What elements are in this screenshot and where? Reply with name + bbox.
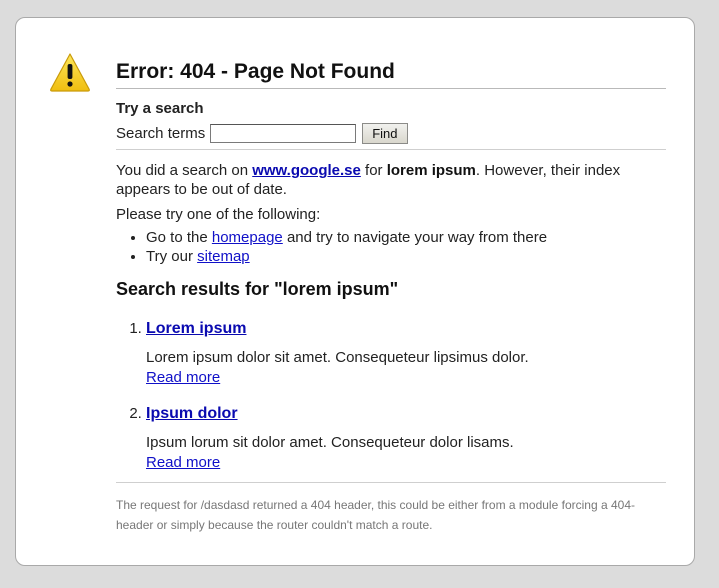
search-query: lorem ipsum	[386, 162, 476, 179]
result-description: Lorem ipsum dolor sit amet. Consequeteur…	[146, 349, 529, 366]
suggestion-list: Go to the homepage and try to navigate y…	[116, 228, 666, 266]
suggestion-suffix: and try to navigate your way from there	[282, 229, 548, 246]
page-title: Error: 404 - Page Not Found	[116, 60, 666, 89]
intro-prefix: You did a search on	[116, 162, 253, 179]
result-title-link[interactable]: Lorem ipsum	[146, 320, 246, 337]
result-title-link[interactable]: Ipsum dolor	[146, 405, 238, 422]
read-more-link[interactable]: Read more	[146, 368, 220, 387]
find-button[interactable]: Find	[362, 123, 408, 144]
read-more-link[interactable]: Read more	[146, 453, 220, 472]
please-try-text: Please try one of the following:	[116, 206, 321, 223]
result-item: Ipsum dolor Ipsum lorum sit dolor amet. …	[146, 404, 666, 472]
sitemap-link[interactable]: sitemap	[197, 248, 250, 265]
warning-icon	[50, 53, 90, 92]
search-terms-label: Search terms	[116, 125, 206, 142]
search-row: Search terms Find	[116, 123, 666, 144]
search-section: Try a search Search terms Find	[116, 89, 666, 150]
suggestion-prefix: Go to the	[146, 229, 212, 246]
intro-mid: for	[360, 162, 387, 179]
error-panel: Error: 404 - Page Not Found Try a search…	[15, 17, 695, 566]
results-list: Lorem ipsum Lorem ipsum dolor sit amet. …	[116, 319, 666, 472]
result-description: Ipsum lorum sit dolor amet. Consequeteur…	[146, 434, 514, 451]
main-content: Error: 404 - Page Not Found Try a search…	[116, 60, 666, 535]
suggestion-item: Go to the homepage and try to navigate y…	[146, 228, 666, 247]
search-heading: Try a search	[116, 100, 204, 117]
footer-note: The request for /dasdasd returned a 404 …	[116, 482, 666, 535]
search-info-text: You did a search on www.google.se for lo…	[116, 161, 666, 199]
result-item: Lorem ipsum Lorem ipsum dolor sit amet. …	[146, 319, 666, 387]
results-heading: Search results for "lorem ipsum"	[116, 279, 399, 299]
search-input[interactable]	[210, 124, 357, 143]
search-engine-link[interactable]: www.google.se	[252, 162, 361, 179]
homepage-link[interactable]: homepage	[212, 229, 283, 246]
suggestion-prefix: Try our	[146, 248, 198, 265]
suggestion-item: Try our sitemap	[146, 247, 666, 266]
